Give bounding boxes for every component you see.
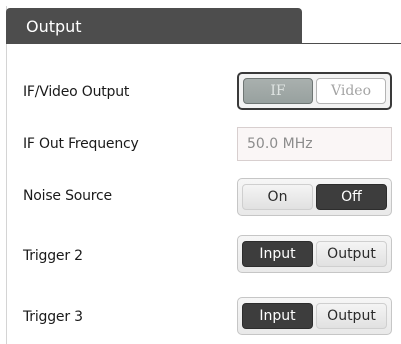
- tab-underline: [302, 43, 401, 44]
- if-out-frequency-label: IF Out Frequency: [23, 136, 139, 152]
- trigger-3-label: Trigger 3: [23, 309, 83, 325]
- if-video-output-toggle[interactable]: IF Video: [237, 72, 392, 110]
- trigger-3-input-option[interactable]: Input: [242, 303, 313, 329]
- noise-source-on-option[interactable]: On: [242, 184, 313, 210]
- trigger-2-label: Trigger 2: [23, 248, 83, 264]
- if-out-frequency-field[interactable]: 50.0 MHz: [237, 127, 392, 161]
- if-option[interactable]: IF: [243, 78, 313, 104]
- trigger-2-toggle[interactable]: Input Output: [237, 235, 392, 273]
- trigger-3-output-option[interactable]: Output: [316, 303, 387, 329]
- trigger-2-output-option[interactable]: Output: [316, 241, 387, 267]
- tab-output[interactable]: Output: [6, 8, 302, 44]
- trigger-3-toggle[interactable]: Input Output: [237, 297, 392, 335]
- noise-source-label: Noise Source: [23, 188, 112, 204]
- noise-source-off-option[interactable]: Off: [316, 184, 387, 210]
- if-video-output-label: IF/Video Output: [23, 84, 130, 100]
- output-panel: [6, 6, 401, 344]
- trigger-2-input-option[interactable]: Input: [242, 241, 313, 267]
- noise-source-toggle[interactable]: On Off: [237, 178, 392, 216]
- video-option[interactable]: Video: [316, 78, 386, 104]
